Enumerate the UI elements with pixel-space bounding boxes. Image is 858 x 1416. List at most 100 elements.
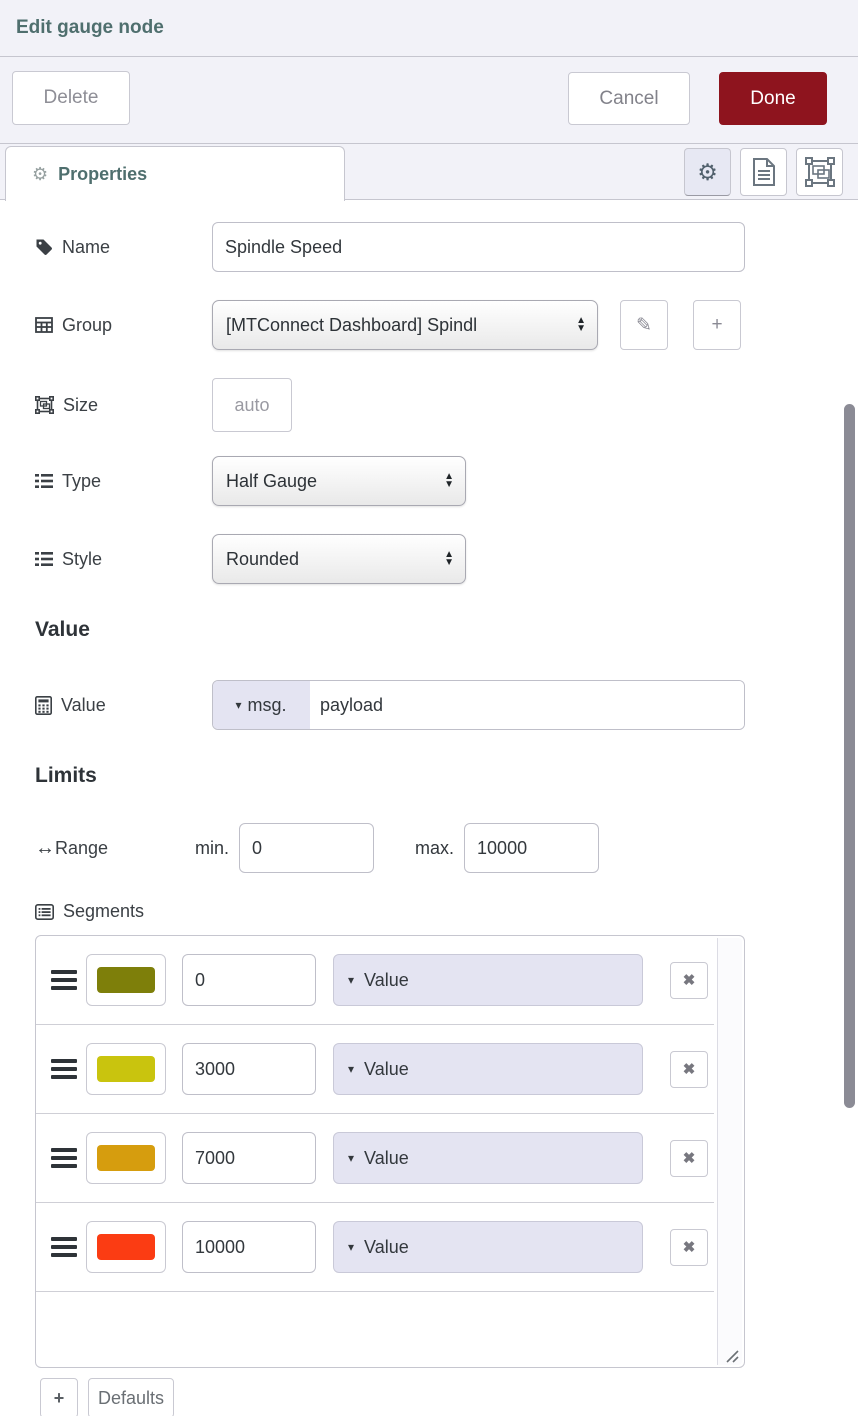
- limits-section-heading: Limits: [35, 764, 858, 788]
- range-max-input[interactable]: [464, 823, 599, 873]
- panel-scrollbar-thumb[interactable]: [844, 404, 855, 1108]
- segment-delete-button[interactable]: ✖: [670, 1140, 708, 1177]
- select-arrows-icon: ▲▼: [444, 551, 454, 567]
- range-row: ↔Range min. max.: [35, 823, 858, 873]
- type-label-group: Type: [35, 471, 212, 492]
- segment-color-swatch: [97, 1056, 155, 1082]
- size-label-group: Size: [35, 395, 212, 416]
- drag-handle-icon[interactable]: [51, 1055, 77, 1083]
- arrows-h-icon: ↔: [35, 837, 55, 860]
- select-arrows-icon: ▲▼: [444, 473, 454, 489]
- segment-color-button[interactable]: [86, 1043, 166, 1095]
- appearance-tab-button[interactable]: [796, 148, 843, 196]
- dialog-title: Edit gauge node: [16, 17, 164, 39]
- add-segment-button[interactable]: +: [40, 1378, 78, 1416]
- defaults-button[interactable]: Defaults: [88, 1378, 174, 1416]
- segments-label: Segments: [63, 901, 144, 922]
- dialog-toolbar: Delete Cancel Done: [0, 57, 858, 144]
- style-row: Style Rounded ▲▼: [35, 534, 858, 584]
- value-label: Value: [61, 695, 106, 716]
- value-label-group: Value: [35, 695, 212, 716]
- value-row: Value ▾ msg.: [35, 680, 858, 730]
- type-select-value: Half Gauge: [226, 471, 317, 492]
- drag-handle-icon[interactable]: [51, 1233, 77, 1261]
- range-min-input[interactable]: [239, 823, 374, 873]
- segment-value-input[interactable]: [182, 1043, 316, 1095]
- select-arrows-icon: ▲▼: [576, 317, 586, 333]
- cancel-button[interactable]: Cancel: [568, 72, 690, 125]
- appearance-icon: [805, 157, 835, 187]
- properties-tab-button[interactable]: ⚙: [684, 148, 731, 196]
- size-auto-button[interactable]: auto: [212, 378, 292, 432]
- style-select-value: Rounded: [226, 549, 299, 570]
- segment-type-label: Value: [364, 970, 409, 991]
- segment-color-button[interactable]: [86, 1221, 166, 1273]
- segment-type-select[interactable]: ▾ Value: [333, 954, 643, 1006]
- close-icon: ✖: [683, 1238, 696, 1256]
- segment-type-select[interactable]: ▾ Value: [333, 1043, 643, 1095]
- pencil-icon: ✎: [636, 314, 652, 337]
- done-button[interactable]: Done: [719, 72, 827, 125]
- type-label: Type: [62, 471, 101, 492]
- value-typed-input: ▾ msg.: [212, 680, 745, 730]
- properties-panel: Name Group [MTConnect Dashboard] Spindl …: [0, 200, 858, 1416]
- list-icon: [35, 473, 53, 489]
- segment-row: ▾ Value ✖: [36, 1114, 714, 1203]
- segment-type-select[interactable]: ▾ Value: [333, 1221, 643, 1273]
- type-select[interactable]: Half Gauge ▲▼: [212, 456, 466, 506]
- tab-properties[interactable]: ⚙ Properties: [5, 146, 345, 201]
- list-alt-icon: [35, 904, 54, 920]
- resize-handle[interactable]: [723, 1347, 739, 1363]
- value-input[interactable]: [310, 681, 744, 729]
- close-icon: ✖: [683, 1060, 696, 1078]
- max-label: max.: [415, 838, 454, 859]
- caret-down-icon: ▾: [348, 973, 354, 987]
- edit-group-button[interactable]: ✎: [620, 300, 668, 350]
- tab-properties-label: Properties: [58, 164, 147, 185]
- name-input[interactable]: [212, 222, 745, 272]
- segment-value-input[interactable]: [182, 1132, 316, 1184]
- style-label: Style: [62, 549, 102, 570]
- segment-row: ▾ Value ✖: [36, 1203, 714, 1292]
- size-label: Size: [63, 395, 98, 416]
- segment-type-select[interactable]: ▾ Value: [333, 1132, 643, 1184]
- description-tab-button[interactable]: [740, 148, 787, 196]
- range-label: Range: [55, 838, 108, 859]
- segment-color-button[interactable]: [86, 954, 166, 1006]
- segment-type-label: Value: [364, 1148, 409, 1169]
- segments-list: ▾ Value ✖ ▾ Value ✖: [35, 935, 745, 1368]
- close-icon: ✖: [683, 971, 696, 989]
- value-type-select[interactable]: ▾ msg.: [213, 681, 310, 729]
- value-section-heading: Value: [35, 618, 858, 642]
- drag-handle-icon[interactable]: [51, 966, 77, 994]
- segment-color-swatch: [97, 1145, 155, 1171]
- segments-scrollbar-track[interactable]: [717, 938, 742, 1365]
- group-label-group: Group: [35, 315, 212, 336]
- gear-icon: ⚙: [32, 164, 48, 185]
- tag-icon: [35, 238, 53, 256]
- group-row: Group [MTConnect Dashboard] Spindl ▲▼ ✎ …: [35, 300, 858, 350]
- segment-delete-button[interactable]: ✖: [670, 962, 708, 999]
- caret-down-icon: ▾: [348, 1240, 354, 1254]
- segment-delete-button[interactable]: ✖: [670, 1229, 708, 1266]
- tab-icon-buttons: ⚙: [684, 148, 843, 196]
- segment-color-button[interactable]: [86, 1132, 166, 1184]
- segment-delete-button[interactable]: ✖: [670, 1051, 708, 1088]
- segment-color-swatch: [97, 967, 155, 993]
- dialog-header: Edit gauge node: [0, 0, 858, 57]
- style-select[interactable]: Rounded ▲▼: [212, 534, 466, 584]
- segment-color-swatch: [97, 1234, 155, 1260]
- range-label-group: ↔Range: [35, 837, 195, 860]
- segment-type-label: Value: [364, 1059, 409, 1080]
- drag-handle-icon[interactable]: [51, 1144, 77, 1172]
- gear-icon: ⚙: [697, 159, 718, 186]
- caret-down-icon: ▾: [348, 1062, 354, 1076]
- group-label: Group: [62, 315, 112, 336]
- segment-value-input[interactable]: [182, 954, 316, 1006]
- group-select[interactable]: [MTConnect Dashboard] Spindl ▲▼: [212, 300, 598, 350]
- value-type-label: msg.: [248, 695, 287, 716]
- segment-value-input[interactable]: [182, 1221, 316, 1273]
- delete-button[interactable]: Delete: [12, 71, 130, 125]
- group-select-value: [MTConnect Dashboard] Spindl: [226, 315, 477, 336]
- add-group-button[interactable]: +: [693, 300, 741, 350]
